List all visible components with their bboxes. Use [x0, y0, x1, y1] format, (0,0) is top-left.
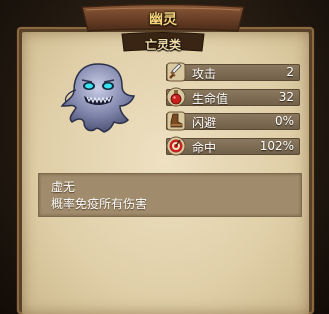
stat-dodge: 闪避 0%: [166, 113, 300, 130]
stat-label: 闪避: [192, 116, 217, 130]
target-icon: [166, 136, 186, 156]
ability-name: 虚无: [51, 180, 76, 194]
stat-value: 32: [278, 90, 294, 104]
stat-label: 攻击: [192, 67, 217, 81]
unit-name: 幽灵: [149, 12, 177, 28]
stat-health: 生命值 32: [166, 89, 300, 106]
boot-icon: [166, 111, 186, 131]
potion-icon: [166, 87, 186, 107]
stat-label: 生命值: [192, 92, 229, 106]
sword-icon: [166, 62, 186, 82]
stat-accuracy: 命中 102%: [166, 138, 300, 155]
stat-label: 命中: [192, 141, 217, 155]
ghost-icon: [58, 60, 138, 136]
stat-value: 0%: [274, 114, 294, 128]
stat-value: 102%: [259, 139, 294, 153]
stat-attack: 攻击 2: [166, 64, 300, 81]
unit-category: 亡灵类: [144, 38, 181, 52]
ability-description: 概率免疫所有伤害: [51, 197, 148, 211]
stat-value: 2: [286, 65, 294, 79]
ability-box: 虚无 概率免疫所有伤害: [38, 173, 302, 217]
